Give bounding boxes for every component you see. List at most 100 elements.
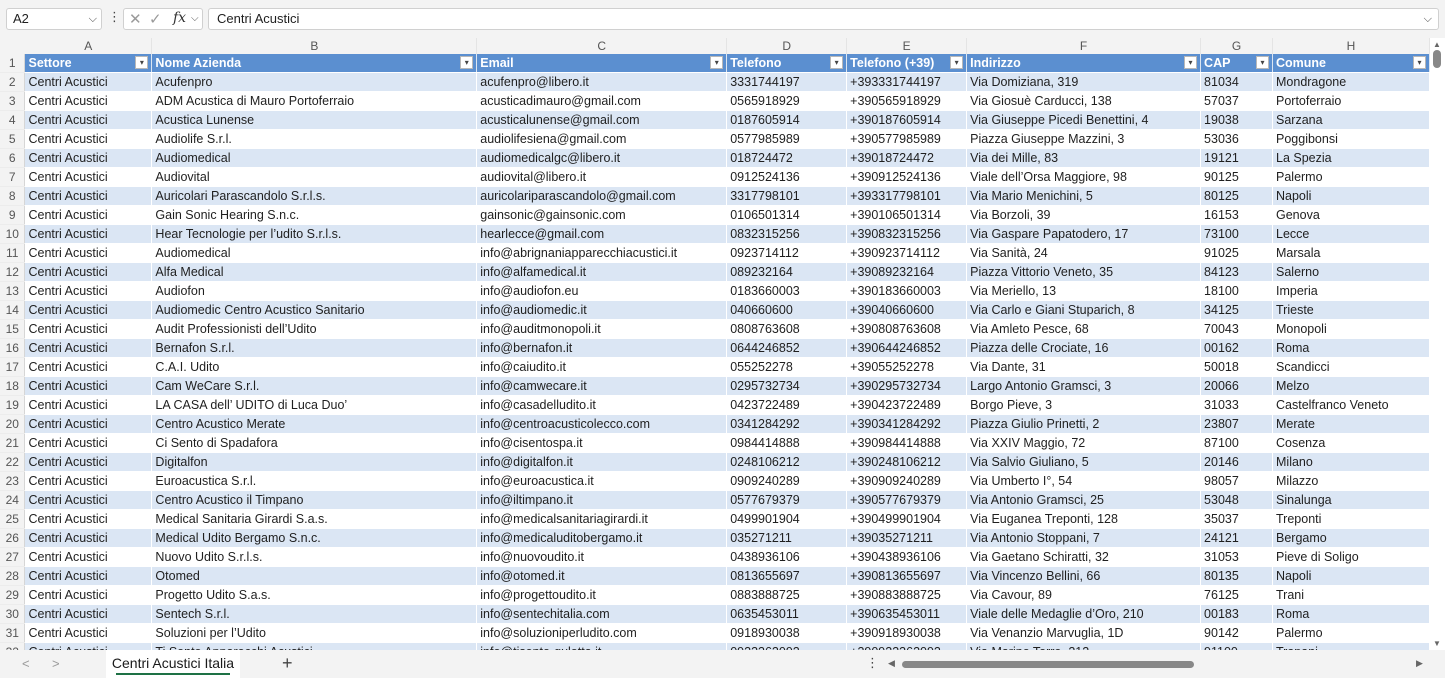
table-cell[interactable]: Centri Acustici xyxy=(24,338,153,358)
filter-dropdown-icon[interactable]: ▾ xyxy=(135,56,149,69)
table-cell[interactable]: Napoli xyxy=(1272,186,1430,206)
table-cell[interactable]: Scandicci xyxy=(1272,357,1430,377)
table-cell[interactable]: +390295732734 xyxy=(846,376,968,396)
table-cell[interactable]: 0183660003 xyxy=(726,281,848,301)
chevron-left-icon[interactable]: < xyxy=(22,656,30,671)
table-cell[interactable]: Audit Professionisti dell’Udito xyxy=(151,319,478,339)
scroll-down-icon[interactable]: ▼ xyxy=(1433,639,1441,648)
table-cell[interactable]: Centri Acustici xyxy=(24,395,153,415)
table-cell[interactable]: 0909240289 xyxy=(726,471,848,491)
table-cell[interactable]: Auricolari Parascandolo S.r.l.s. xyxy=(151,186,478,206)
table-cell[interactable]: 0499901904 xyxy=(726,509,848,529)
table-cell[interactable]: Centri Acustici xyxy=(24,642,153,650)
table-cell[interactable]: Progetto Udito S.a.s. xyxy=(151,585,478,605)
table-cell[interactable]: Palermo xyxy=(1272,167,1430,187)
row-number[interactable]: 20 xyxy=(0,414,26,434)
row-number[interactable]: 16 xyxy=(0,338,26,358)
table-cell[interactable]: 91025 xyxy=(1200,243,1273,263)
table-cell[interactable]: info@caiudito.it xyxy=(476,357,728,377)
table-cell[interactable]: Acustica Lunense xyxy=(151,110,478,130)
table-cell[interactable]: 50018 xyxy=(1200,357,1273,377)
table-cell[interactable]: Centri Acustici xyxy=(24,186,153,206)
table-cell[interactable]: info@audiomedic.it xyxy=(476,300,728,320)
row-number[interactable]: 21 xyxy=(0,433,26,453)
table-cell[interactable]: Viale delle Medaglie d’Oro, 210 xyxy=(966,604,1202,624)
table-cell[interactable]: info@bernafon.it xyxy=(476,338,728,358)
header-cell[interactable]: Telefono (+39) ▾ xyxy=(846,54,968,73)
table-cell[interactable]: info@progettoudito.it xyxy=(476,585,728,605)
table-cell[interactable]: 00183 xyxy=(1200,604,1273,624)
table-cell[interactable]: 19038 xyxy=(1200,110,1273,130)
table-cell[interactable]: 0565918929 xyxy=(726,91,848,111)
table-cell[interactable]: Via Amleto Pesce, 68 xyxy=(966,319,1202,339)
table-cell[interactable]: +390499901904 xyxy=(846,509,968,529)
table-cell[interactable]: +393331744197 xyxy=(846,72,968,92)
table-cell[interactable]: info@auditmonopoli.it xyxy=(476,319,728,339)
more-options-icon[interactable]: ⋮ xyxy=(866,655,879,671)
table-cell[interactable]: Treponti xyxy=(1272,509,1430,529)
table-cell[interactable]: Pieve di Soligo xyxy=(1272,547,1430,567)
table-cell[interactable]: Roma xyxy=(1272,338,1430,358)
row-number[interactable]: 11 xyxy=(0,243,26,263)
table-cell[interactable]: Via Marino Torre, 212 xyxy=(966,642,1202,650)
scroll-left-icon[interactable]: ◀ xyxy=(888,658,895,669)
table-cell[interactable]: Centri Acustici xyxy=(24,205,153,225)
table-cell[interactable]: hearlecce@gmail.com xyxy=(476,224,728,244)
table-cell[interactable]: Poggibonsi xyxy=(1272,129,1430,149)
table-cell[interactable]: +390341284292 xyxy=(846,414,968,434)
table-cell[interactable]: gainsonic@gainsonic.com xyxy=(476,205,728,225)
table-cell[interactable]: Via Antonio Stoppani, 7 xyxy=(966,528,1202,548)
table-cell[interactable]: Piazza Vittorio Veneto, 35 xyxy=(966,262,1202,282)
table-cell[interactable]: acusticalunense@gmail.com xyxy=(476,110,728,130)
header-cell[interactable]: Comune ▾ xyxy=(1272,54,1430,73)
table-cell[interactable]: Soluzioni per l’Udito xyxy=(151,623,478,643)
scroll-right-icon[interactable]: ▶ xyxy=(1416,658,1423,669)
table-cell[interactable]: 53036 xyxy=(1200,129,1273,149)
table-cell[interactable]: Castelfranco Veneto xyxy=(1272,395,1430,415)
filter-dropdown-icon[interactable]: ▾ xyxy=(830,56,844,69)
table-cell[interactable]: Imperia xyxy=(1272,281,1430,301)
table-cell[interactable]: Centri Acustici xyxy=(24,414,153,434)
table-cell[interactable]: 80135 xyxy=(1200,566,1273,586)
table-cell[interactable]: Via Venanzio Marvuglia, 1D xyxy=(966,623,1202,643)
table-cell[interactable]: Centri Acustici xyxy=(24,281,153,301)
chevron-down-icon[interactable]: ⌵ xyxy=(191,13,199,24)
table-cell[interactable]: 81034 xyxy=(1200,72,1273,92)
table-cell[interactable]: +393317798101 xyxy=(846,186,968,206)
column-header-f[interactable]: F xyxy=(966,38,1202,54)
table-cell[interactable]: +390423722489 xyxy=(846,395,968,415)
table-cell[interactable]: Centri Acustici xyxy=(24,528,153,548)
table-cell[interactable]: Genova xyxy=(1272,205,1430,225)
table-cell[interactable]: info@soluzioniperludito.com xyxy=(476,623,728,643)
table-cell[interactable]: info@centroacusticolecco.com xyxy=(476,414,728,434)
table-cell[interactable]: 0635453011 xyxy=(726,604,848,624)
vertical-scroll-thumb[interactable] xyxy=(1433,50,1441,68)
table-cell[interactable]: Trani xyxy=(1272,585,1430,605)
row-number[interactable]: 3 xyxy=(0,91,26,111)
table-cell[interactable]: Cam WeCare S.r.l. xyxy=(151,376,478,396)
table-cell[interactable]: Ti Sento Apparecchi Acustici xyxy=(151,642,478,650)
filter-dropdown-icon[interactable]: ▾ xyxy=(1184,56,1198,69)
spreadsheet-grid[interactable]: ABCDEFGH 1 Settore ▾ Nome Azienda ▾ Email ▾ Tel… xyxy=(0,38,1430,650)
row-number[interactable]: 8 xyxy=(0,186,26,206)
table-cell[interactable]: 0106501314 xyxy=(726,205,848,225)
vertical-scrollbar[interactable]: ▲ ▼ xyxy=(1430,38,1445,650)
table-cell[interactable]: Via Mario Menichini, 5 xyxy=(966,186,1202,206)
table-cell[interactable]: info@medicalsanitariagirardi.it xyxy=(476,509,728,529)
table-cell[interactable]: 035271211 xyxy=(726,528,848,548)
table-cell[interactable]: Via Salvio Giuliano, 5 xyxy=(966,452,1202,472)
table-cell[interactable]: info@euroacustica.it xyxy=(476,471,728,491)
table-cell[interactable]: Via Sanità, 24 xyxy=(966,243,1202,263)
table-cell[interactable]: 57037 xyxy=(1200,91,1273,111)
table-cell[interactable]: Largo Antonio Gramsci, 3 xyxy=(966,376,1202,396)
table-cell[interactable]: Sinalunga xyxy=(1272,490,1430,510)
sheet-tab[interactable]: Centri Acustici Italia xyxy=(106,650,240,678)
horizontal-scroll-thumb[interactable] xyxy=(902,661,1194,668)
row-number[interactable]: 25 xyxy=(0,509,26,529)
column-header-g[interactable]: G xyxy=(1200,38,1273,54)
table-cell[interactable]: Centri Acustici xyxy=(24,72,153,92)
table-cell[interactable]: +39035271211 xyxy=(846,528,968,548)
table-cell[interactable]: audiomedicalgc@libero.it xyxy=(476,148,728,168)
table-cell[interactable]: info@digitalfon.it xyxy=(476,452,728,472)
table-cell[interactable]: Centri Acustici xyxy=(24,547,153,567)
